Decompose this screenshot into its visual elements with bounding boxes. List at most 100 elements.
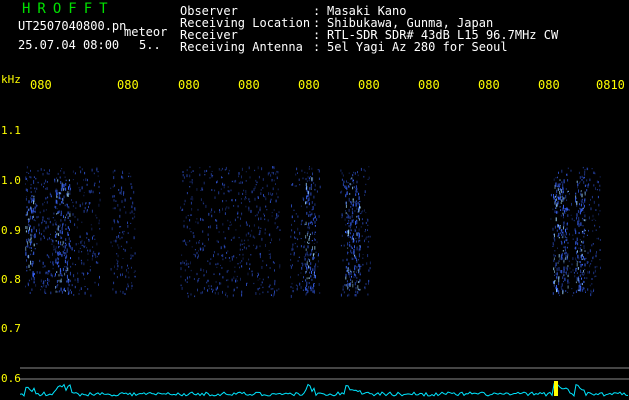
echo-speckle — [555, 183, 557, 187]
echo-speckle — [67, 259, 69, 262]
echo-speckle — [29, 225, 31, 228]
echo-speckle — [28, 279, 30, 282]
echo-speckle — [363, 175, 365, 178]
echo-speckle — [48, 279, 50, 282]
echo-speckle — [593, 218, 595, 220]
echo-speckle — [577, 261, 579, 263]
echo-speckle — [265, 197, 267, 201]
echo-speckle — [47, 217, 49, 220]
echo-speckle — [95, 255, 97, 258]
echo-speckle — [308, 226, 310, 230]
echo-speckle — [295, 237, 297, 239]
echo-speckle — [245, 205, 247, 208]
echo-speckle — [314, 188, 316, 191]
echo-speckle — [559, 227, 561, 229]
echo-count: 5.. — [139, 38, 161, 52]
echo-speckle — [308, 266, 310, 269]
echo-speckle — [562, 276, 564, 279]
echo-speckle — [309, 253, 311, 256]
echo-speckle — [183, 224, 185, 228]
echo-speckle — [350, 201, 352, 203]
echo-speckle — [90, 294, 92, 297]
echo-speckle — [365, 212, 367, 214]
echo-speckle — [235, 229, 237, 231]
echo-speckle — [91, 227, 93, 231]
echo-speckle — [225, 257, 227, 259]
echo-speckle — [581, 208, 582, 212]
echo-speckle — [66, 250, 68, 253]
echo-speckle — [556, 267, 558, 272]
echo-speckle — [241, 260, 243, 263]
echo-speckle — [197, 279, 199, 282]
echo-speckle — [308, 215, 310, 217]
echo-speckle — [55, 258, 57, 261]
echo-speckle — [196, 241, 197, 245]
echo-speckle — [207, 233, 209, 236]
echo-speckle — [51, 243, 53, 245]
echo-speckle — [296, 288, 298, 291]
echo-speckle — [565, 254, 567, 258]
echo-speckle — [591, 168, 593, 170]
echo-speckle — [364, 286, 366, 290]
echo-speckle — [72, 213, 74, 216]
echo-speckle — [98, 203, 100, 207]
echo-speckle — [69, 211, 71, 213]
echo-speckle — [264, 214, 265, 217]
echo-speckle — [223, 192, 225, 195]
echo-speckle — [554, 225, 556, 229]
echo-speckle — [345, 202, 347, 204]
echo-speckle — [556, 276, 558, 278]
echo-speckle — [578, 232, 580, 234]
echo-speckle — [251, 229, 253, 232]
echo-speckle — [238, 192, 240, 195]
echo-speckle — [308, 222, 310, 226]
echo-speckle — [276, 170, 278, 173]
echo-speckle — [30, 169, 31, 172]
echo-speckle — [134, 270, 136, 272]
echo-speckle — [583, 287, 585, 290]
echo-speckle — [234, 270, 236, 273]
echo-speckle — [568, 193, 570, 195]
echo-speckle — [302, 196, 304, 200]
echo-speckle — [189, 276, 191, 279]
echo-speckle — [231, 256, 233, 258]
echo-speckle — [28, 224, 30, 226]
echo-speckle — [47, 281, 49, 285]
echo-speckle — [314, 231, 316, 233]
echo-speckle — [300, 223, 302, 226]
echo-speckle — [201, 291, 203, 294]
echo-speckle — [219, 273, 221, 275]
echo-speckle — [125, 211, 127, 214]
echo-speckle — [264, 195, 266, 198]
echo-speckle — [128, 175, 130, 178]
echo-speckle — [272, 295, 274, 298]
echo-speckle — [35, 202, 37, 205]
echo-speckle — [206, 169, 208, 172]
time-tick: 080 — [238, 78, 260, 92]
echo-speckle — [233, 180, 235, 183]
echo-speckle — [34, 248, 36, 250]
echo-speckle — [80, 241, 82, 244]
echo-speckle — [270, 192, 272, 196]
echo-speckle — [556, 288, 557, 293]
echo-speckle — [277, 196, 279, 199]
echo-speckle — [306, 232, 308, 237]
echo-speckle — [132, 217, 134, 220]
echo-speckle — [274, 269, 275, 272]
echo-speckle — [575, 241, 577, 245]
echo-speckle — [350, 178, 352, 180]
echo-speckle — [50, 238, 52, 240]
echo-speckle — [73, 294, 75, 296]
echo-speckle — [44, 291, 46, 294]
echo-speckle — [591, 195, 593, 199]
echo-speckle — [114, 207, 116, 210]
echo-speckle — [351, 257, 353, 260]
echo-speckle — [572, 269, 574, 272]
echo-speckle — [227, 279, 229, 281]
echo-speckle — [226, 270, 228, 273]
echo-speckle — [349, 244, 351, 247]
echo-speckle — [69, 219, 71, 221]
echo-speckle — [264, 232, 266, 235]
echo-speckle — [301, 266, 303, 270]
echo-speckle — [565, 228, 566, 233]
